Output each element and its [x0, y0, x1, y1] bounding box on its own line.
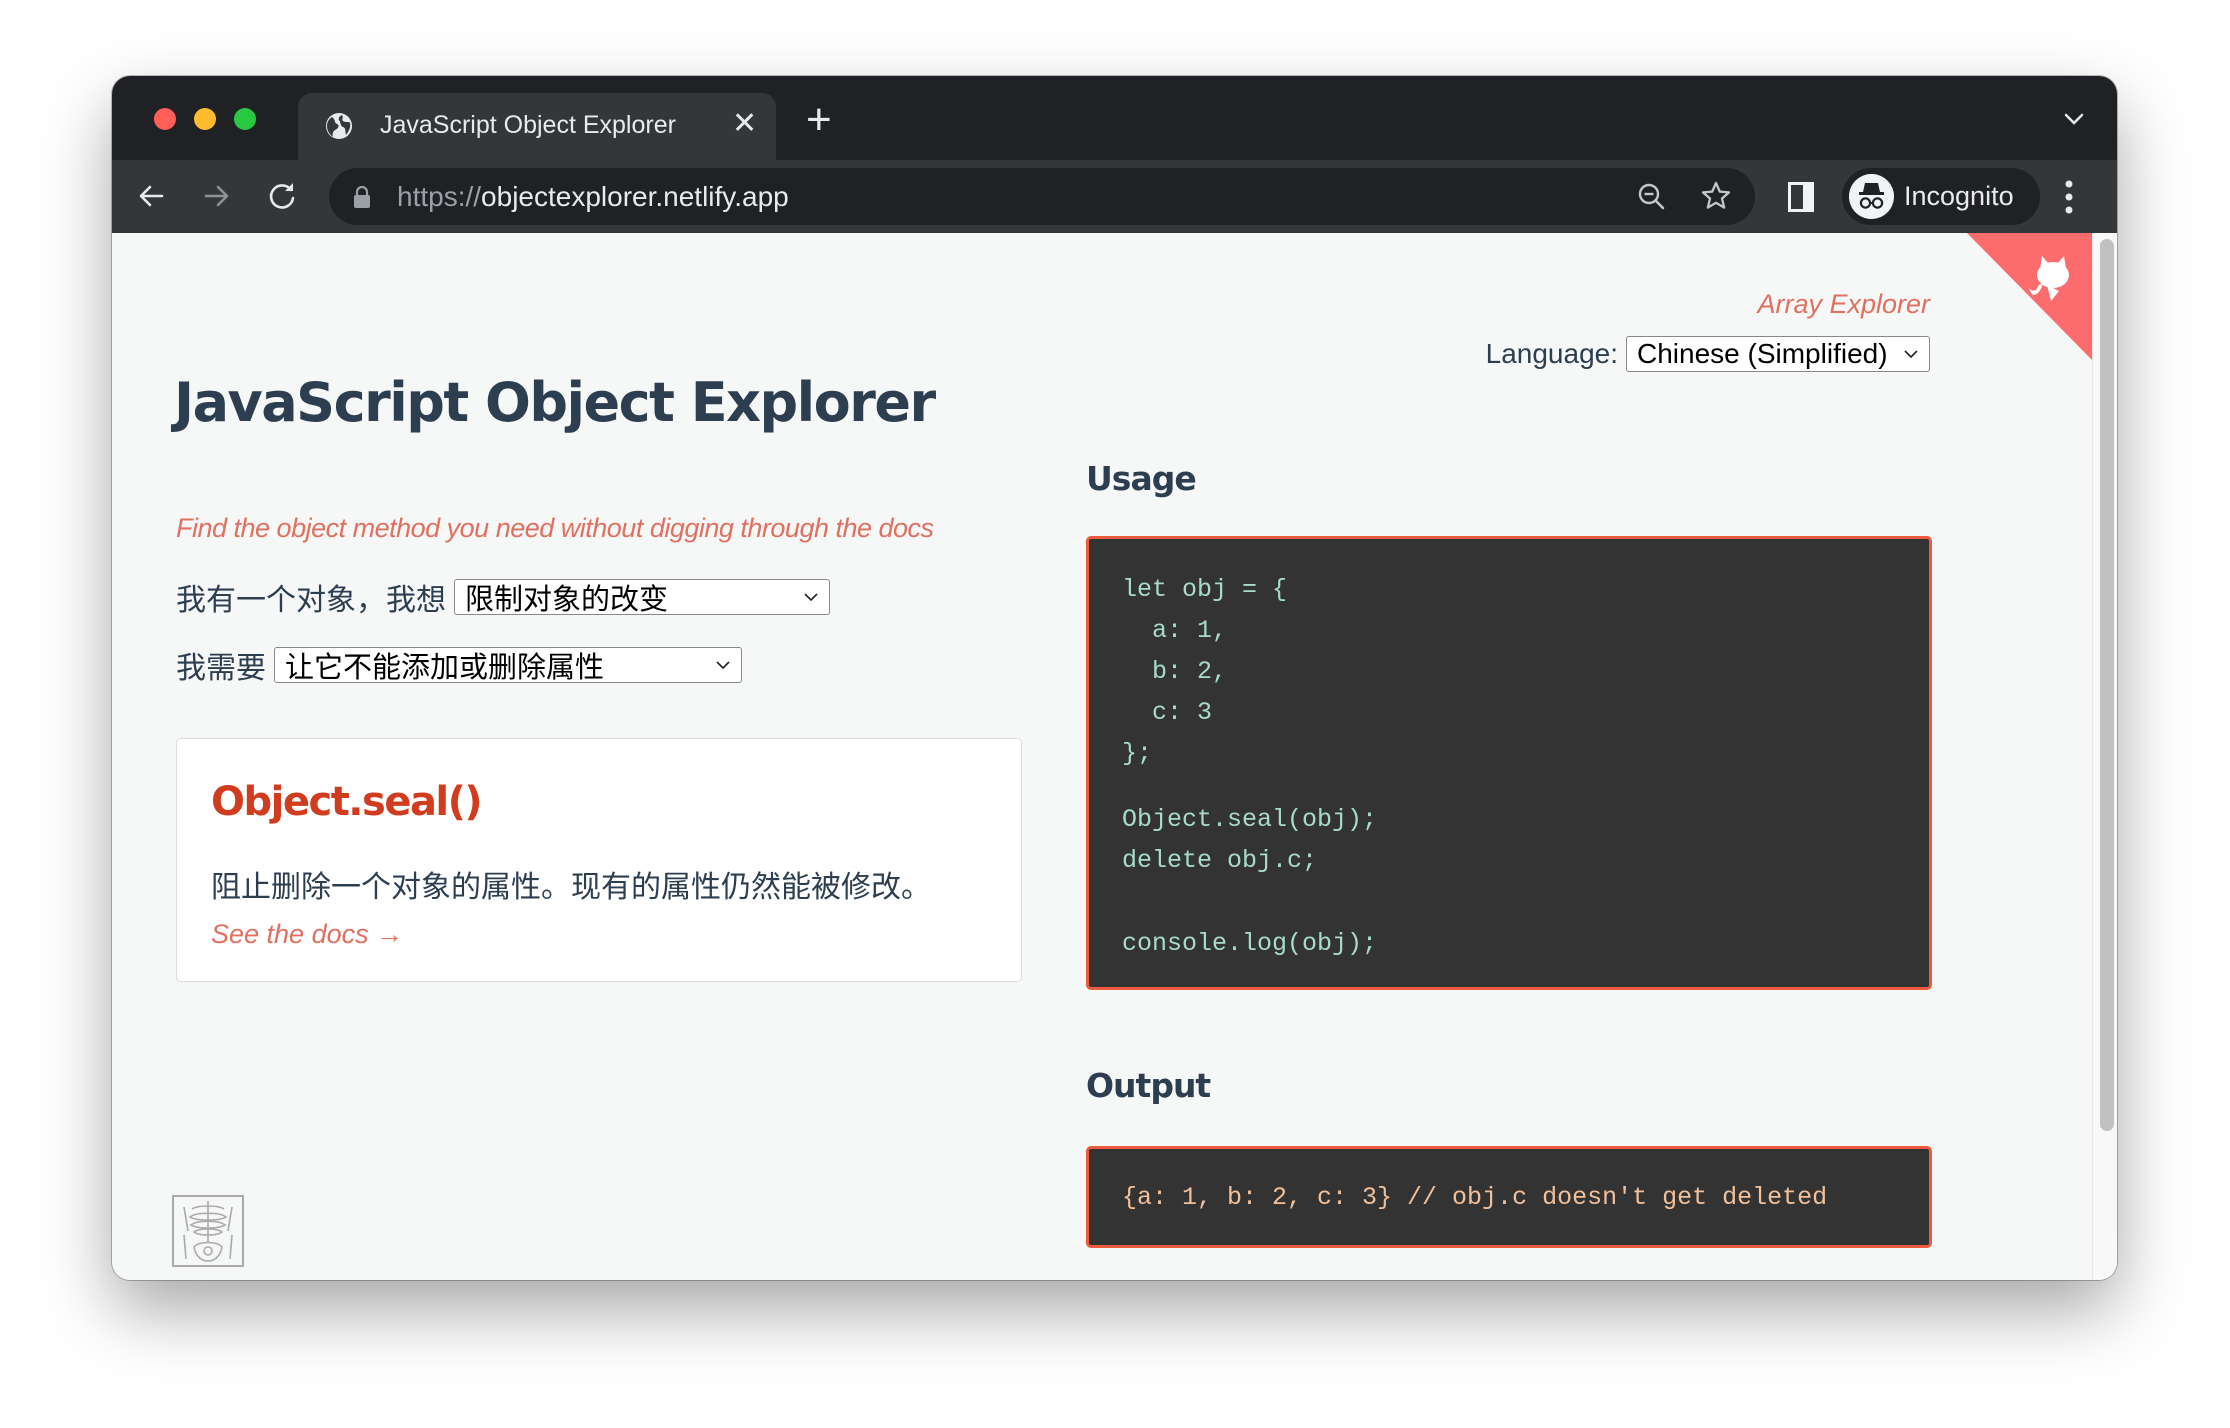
tab-strip: JavaScript Object Explorer ✕ + [112, 76, 2117, 160]
page-content: JavaScript Object Explorer Find the obje… [112, 233, 2092, 1280]
language-value: Chinese (Simplified) [1637, 338, 1888, 369]
incognito-label: Incognito [1904, 181, 2014, 211]
skeleton-logo-icon[interactable] [172, 1195, 244, 1267]
secondary-option-value: 让它不能添加或删除属性 [285, 652, 605, 684]
browser-window: JavaScript Object Explorer ✕ + https://o… [112, 76, 2117, 1280]
bookmark-star-icon[interactable] [1699, 179, 1733, 213]
result-card: Object.seal() 阻止删除一个对象的属性。现有的属性仍然能被修改。 S… [176, 738, 1022, 982]
code-line: console.log(obj); [1122, 929, 1378, 958]
code-block-1: let obj = { a: 1, b: 2, c: 3 }; [1122, 569, 1929, 774]
page-subtitle: Find the object method you need without … [176, 513, 934, 543]
vertical-scrollbar[interactable] [2092, 233, 2117, 1280]
secondary-option-select[interactable]: 让它不能添加或删除属性 [274, 647, 742, 684]
language-select[interactable]: Chinese (Simplified) [1626, 336, 1930, 372]
code-line: let obj = { [1122, 575, 1288, 604]
language-label: Language: [1485, 338, 1618, 369]
output-code-block: {a: 1, b: 2, c: 3} // obj.c doesn't get … [1086, 1146, 1932, 1248]
code-line: c: 3 [1122, 698, 1213, 727]
code-line: a: 1, [1122, 616, 1228, 645]
usage-code-block: let obj = { a: 1, b: 2, c: 3 }; Object.s… [1086, 536, 1932, 990]
url-host: objectexplorer.netlify.app [481, 181, 789, 212]
side-panel-icon[interactable] [1788, 182, 1814, 212]
method-description: 阻止删除一个对象的属性。现有的属性仍然能被修改。 [211, 871, 931, 904]
reload-icon[interactable] [264, 178, 300, 214]
question-2-label: 我需要 [176, 652, 266, 685]
usage-heading: Usage [1086, 459, 1197, 498]
page-title: JavaScript Object Explorer [174, 371, 936, 434]
primary-option-value: 限制对象的改变 [465, 584, 669, 616]
primary-option-select[interactable]: 限制对象的改变 [454, 579, 830, 616]
chevron-down-icon[interactable] [2061, 106, 2087, 132]
more-menu-icon[interactable] [2064, 178, 2074, 216]
array-explorer-link[interactable]: Array Explorer [1757, 289, 1930, 320]
code-line: }; [1122, 739, 1153, 768]
tab-active[interactable]: JavaScript Object Explorer ✕ [298, 93, 776, 160]
back-arrow-icon[interactable] [134, 178, 170, 214]
output-heading: Output [1086, 1066, 1211, 1105]
globe-icon [326, 113, 352, 139]
minimize-window-button[interactable] [194, 108, 216, 130]
scrollbar-thumb[interactable] [2100, 239, 2114, 1131]
zoom-out-icon[interactable] [1635, 180, 1669, 214]
question-row-2: 我需要 让它不能添加或删除属性 [176, 643, 742, 687]
close-window-button[interactable] [154, 108, 176, 130]
chevron-down-icon [1904, 350, 1918, 359]
output-text: {a: 1, b: 2, c: 3} // obj.c doesn't get … [1122, 1182, 1828, 1212]
maximize-window-button[interactable] [234, 108, 256, 130]
see-docs-link[interactable]: See the docs → [211, 919, 403, 950]
code-block-2: Object.seal(obj); delete obj.c; [1122, 799, 1929, 881]
code-line: b: 2, [1122, 657, 1228, 686]
tab-title: JavaScript Object Explorer [380, 111, 676, 139]
incognito-profile-button[interactable]: Incognito [1842, 168, 2040, 225]
method-name: Object.seal() [211, 779, 483, 825]
code-line: delete obj.c; [1122, 846, 1318, 875]
url-text[interactable]: https://objectexplorer.netlify.app [397, 181, 789, 213]
browser-toolbar: https://objectexplorer.netlify.app Incog… [112, 160, 2117, 233]
code-line: Object.seal(obj); [1122, 805, 1378, 834]
lock-icon[interactable] [353, 185, 371, 209]
forward-arrow-icon[interactable] [198, 178, 234, 214]
url-scheme: https:// [397, 181, 482, 212]
code-block-3: console.log(obj); [1122, 923, 1929, 964]
tab-close-icon[interactable]: ✕ [732, 107, 757, 141]
question-1-label: 我有一个对象，我想 [176, 584, 446, 617]
incognito-icon [1849, 174, 1894, 219]
github-corner-link[interactable] [1967, 233, 2092, 360]
question-row-1: 我有一个对象，我想 限制对象的改变 [176, 575, 830, 619]
address-bar[interactable]: https://objectexplorer.netlify.app [329, 168, 1755, 225]
new-tab-button[interactable]: + [806, 98, 832, 142]
language-row: Language: Chinese (Simplified) [1486, 336, 1930, 372]
chevron-down-icon [716, 661, 730, 670]
chevron-down-icon [804, 593, 818, 602]
